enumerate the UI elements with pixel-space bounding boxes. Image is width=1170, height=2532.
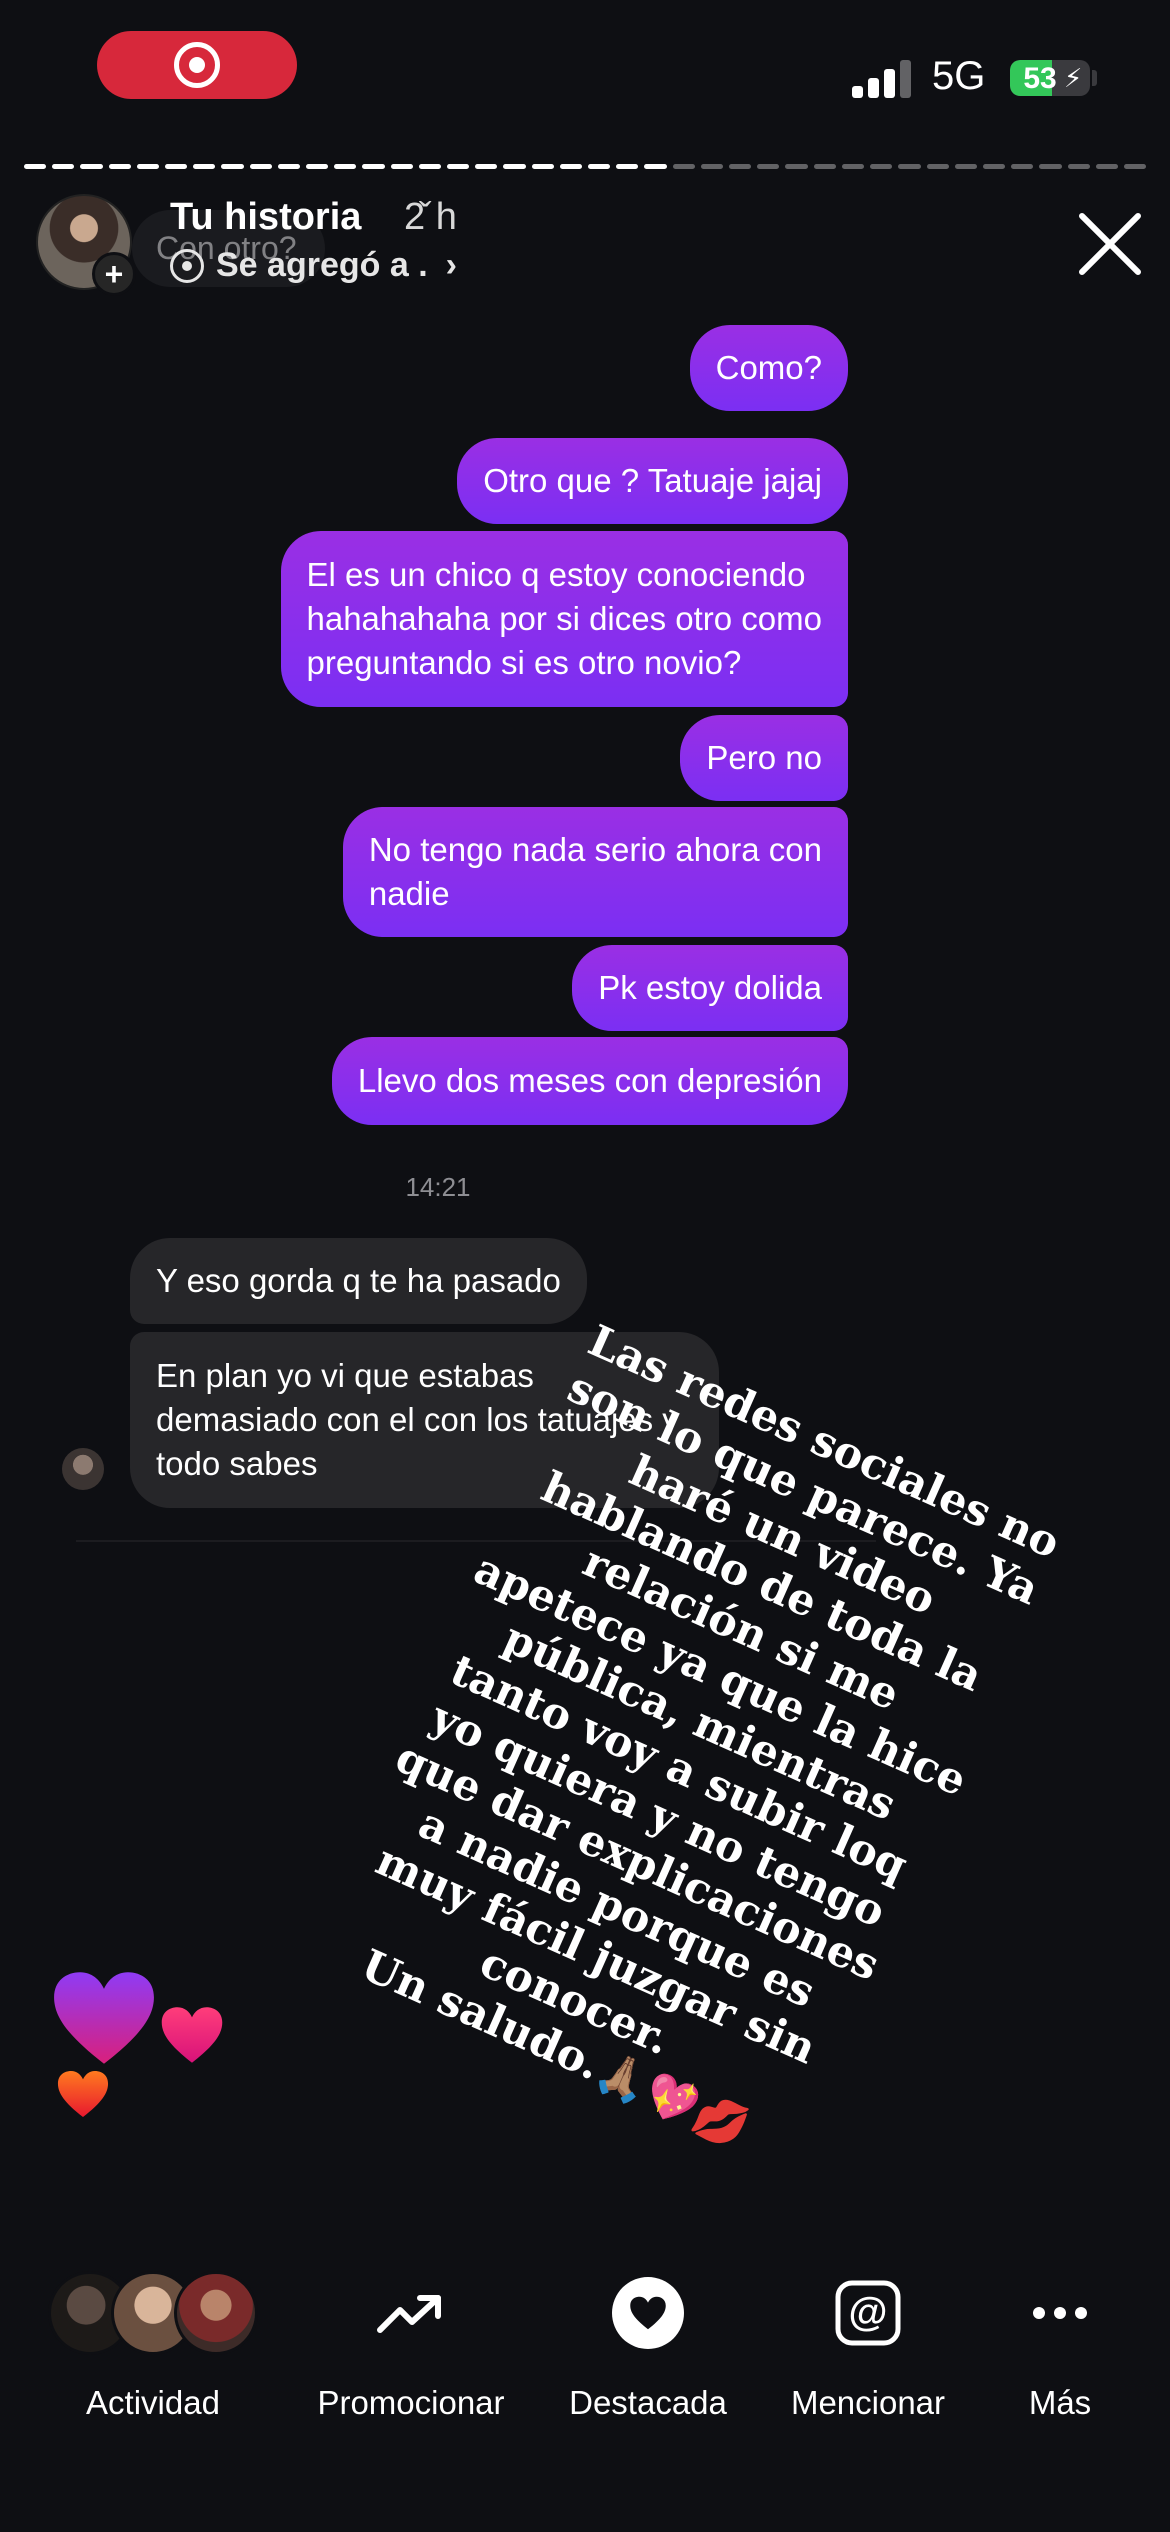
progress-segment: [193, 164, 216, 169]
progress-segment: [165, 164, 188, 169]
sent-message[interactable]: Pero no: [680, 715, 848, 801]
mention-label: Mencionar: [790, 2384, 946, 2421]
close-icon[interactable]: [1076, 210, 1144, 278]
more-dots-icon: [1033, 2307, 1087, 2319]
progress-segment: [531, 164, 554, 169]
progress-segment: [926, 164, 949, 169]
add-story-plus-icon[interactable]: +: [92, 252, 136, 296]
progress-segment: [1039, 164, 1062, 169]
battery-cap: [1092, 70, 1097, 86]
progress-segment: [982, 164, 1006, 169]
activity-button[interactable]: Actividad: [48, 2250, 258, 2422]
sent-message[interactable]: No tengo nada serio ahora con nadie: [342, 807, 848, 937]
highlight-label: Destacada: [569, 2384, 727, 2421]
caption-emojis: 🙏🏽💖💋: [587, 2044, 755, 2156]
progress-segment: [362, 164, 385, 169]
progress-segment: [757, 164, 780, 169]
progress-segment: [306, 164, 329, 169]
svg-text:@: @: [848, 2290, 887, 2334]
progress-segment: [52, 164, 75, 169]
progress-segment: [813, 164, 836, 169]
screen-recording-indicator[interactable]: [97, 31, 297, 99]
sent-message[interactable]: Llevo dos meses con depresión: [331, 1037, 848, 1125]
progress-segment: [277, 164, 301, 169]
progress-segment: [1067, 164, 1090, 169]
story-time: 2̌ h: [404, 196, 457, 238]
progress-segment: [24, 164, 47, 169]
record-icon: [174, 42, 220, 88]
progress-segment: [249, 164, 272, 169]
story-owner-title[interactable]: Tu historia: [170, 196, 361, 239]
progress-segment: [1011, 164, 1034, 169]
received-message[interactable]: Y eso gorda q te ha pasado: [130, 1238, 587, 1324]
progress-segment: [841, 164, 865, 169]
battery-percent: 53: [1023, 62, 1057, 95]
progress-segment: [503, 164, 526, 169]
progress-segment: [616, 164, 639, 169]
promote-label: Promocionar: [317, 2384, 505, 2421]
progress-segment: [334, 164, 357, 169]
promote-button[interactable]: Promocionar: [300, 2250, 522, 2422]
heart-pink-icon: [161, 2007, 223, 2063]
progress-segment: [870, 164, 893, 169]
progress-segment: [221, 164, 244, 169]
activity-avatars: [48, 2271, 258, 2355]
sent-message[interactable]: Otro que ? Tatuaje jajaj: [457, 438, 848, 524]
highlight-circle-icon: [170, 248, 204, 283]
story-progress-bar: [24, 164, 1147, 169]
cellular-signal-icon: [852, 60, 914, 98]
activity-label: Actividad: [86, 2384, 220, 2421]
progress-segment: [588, 164, 611, 169]
at-sign-icon: @: [835, 2280, 901, 2346]
progress-segment: [80, 164, 103, 169]
more-button[interactable]: Más: [1000, 2250, 1120, 2422]
sent-message[interactable]: Como?: [689, 325, 848, 411]
progress-segment: [954, 164, 977, 169]
heart-orange-icon: [57, 2071, 109, 2117]
progress-segment: [729, 164, 752, 169]
more-label: Más: [1028, 2384, 1092, 2421]
progress-segment: [559, 164, 583, 169]
progress-segment: [418, 164, 442, 169]
network-type: 5G: [932, 54, 986, 98]
battery-icon: 53 ⚡: [1010, 60, 1090, 96]
sender-avatar[interactable]: [62, 1448, 104, 1490]
progress-segment: [644, 164, 667, 169]
highlight-button[interactable]: Destacada: [558, 2250, 738, 2422]
progress-segment: [672, 164, 695, 169]
progress-segment: [1095, 164, 1118, 169]
progress-segment: [700, 164, 724, 169]
heart-purple-icon: [54, 1972, 154, 2064]
message-timestamp: 14:21: [405, 1172, 471, 1202]
progress-segment: [475, 164, 498, 169]
mention-button[interactable]: @ Mencionar: [778, 2250, 958, 2422]
added-to-label: Se agregó a .: [216, 246, 428, 284]
progress-segment: [447, 164, 470, 169]
sent-message[interactable]: Pk estoy dolida: [572, 945, 848, 1031]
progress-segment: [108, 164, 131, 169]
heart-circle-icon: [612, 2277, 684, 2349]
progress-segment: [898, 164, 921, 169]
trending-up-icon: [377, 2295, 441, 2333]
progress-segment: [785, 164, 808, 169]
chevron-right-icon: ›: [445, 246, 457, 284]
added-to-link[interactable]: Se agregó a . ›: [170, 246, 457, 285]
progress-segment: [136, 164, 160, 169]
progress-segment: [1123, 164, 1147, 169]
sent-message[interactable]: El es un chico q estoy conociendo hahaha…: [280, 531, 848, 707]
charging-bolt-icon: ⚡: [1064, 63, 1083, 93]
story-action-bar: Actividad Promocionar Destacada @ Mencio…: [0, 2250, 1170, 2532]
progress-segment: [390, 164, 413, 169]
